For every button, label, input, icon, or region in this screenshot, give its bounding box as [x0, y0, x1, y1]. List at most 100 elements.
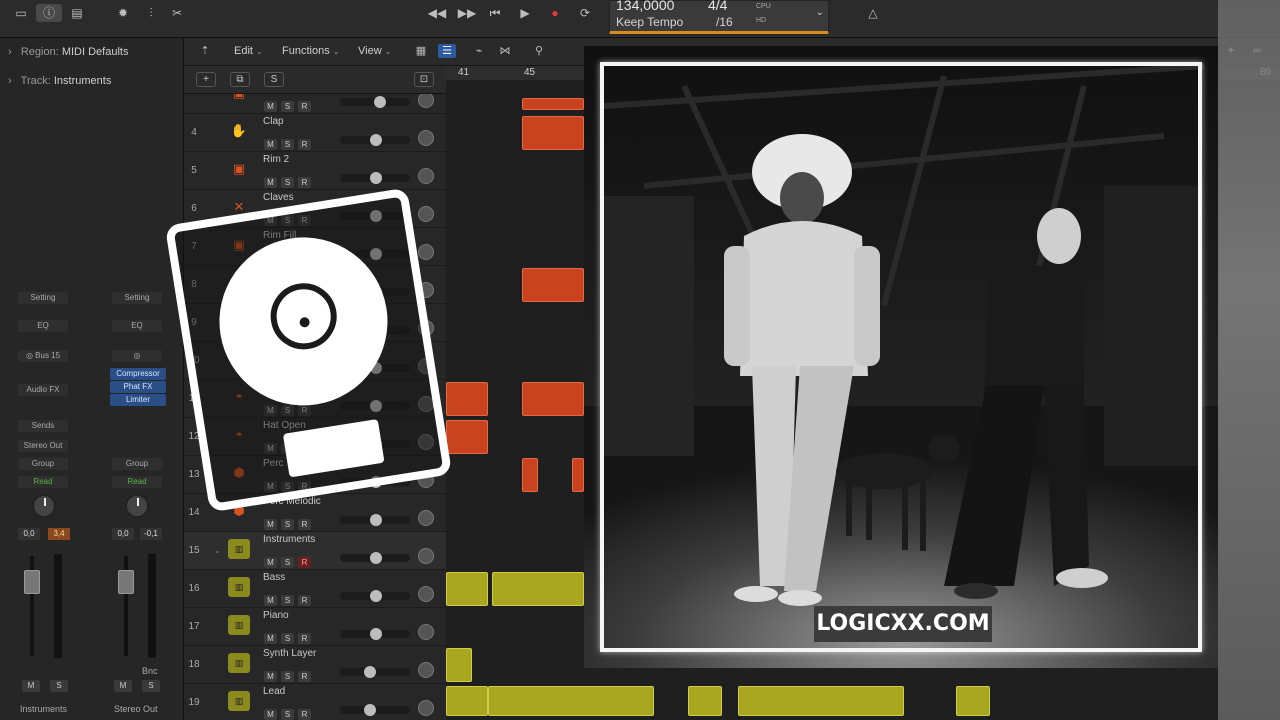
track-alternatives-icon[interactable]: ⊡	[414, 72, 434, 87]
eq-button[interactable]: EQ	[112, 320, 162, 332]
mute-button[interactable]: M	[264, 709, 277, 720]
functions-menu[interactable]: Functions ⌄	[282, 45, 339, 57]
mixer-icon[interactable]: ⫶	[138, 4, 164, 22]
record-enable-button[interactable]: R	[298, 557, 311, 568]
toolbar-icon[interactable]: ▤	[64, 4, 90, 22]
track-row[interactable]: 18 ▥ Synth Layer MSR	[184, 646, 446, 684]
plugin-phat-fx[interactable]: Phat FX	[110, 381, 166, 393]
record-enable-button[interactable]: R	[298, 177, 311, 188]
smart-controls-icon[interactable]: ✹	[110, 4, 136, 22]
midi-region[interactable]	[572, 458, 584, 492]
grid-view-icon[interactable]: ▦	[412, 44, 430, 58]
automation-icon[interactable]: ⌁	[470, 44, 488, 58]
link-slot[interactable]: ◎	[112, 350, 162, 362]
volume-slider[interactable]	[340, 590, 410, 602]
volume-slider[interactable]	[340, 514, 410, 526]
mute-button[interactable]: M	[264, 671, 277, 682]
lcd-display[interactable]: 134,0000 Keep Tempo 4/4 /16 CPU HD ⌄	[609, 0, 829, 34]
record-enable-button[interactable]: R	[298, 101, 311, 112]
midi-region[interactable]	[956, 686, 990, 716]
track-row[interactable]: 19 ▥ Lead MSR	[184, 684, 446, 720]
go-to-start-icon[interactable]: ⏮	[482, 4, 508, 22]
snap-icon[interactable]: ⚲	[530, 44, 548, 58]
mute-button[interactable]: M	[114, 680, 132, 692]
pan-knob[interactable]	[418, 244, 434, 260]
midi-region[interactable]	[688, 686, 722, 716]
track-inspector[interactable]: › Track: Instruments	[8, 75, 111, 87]
duplicate-track-icon[interactable]: ⧉	[230, 72, 250, 87]
midi-region[interactable]	[522, 268, 584, 302]
midi-region[interactable]	[488, 686, 654, 716]
volume-slider[interactable]	[340, 628, 410, 640]
record-icon[interactable]: ●	[542, 4, 568, 22]
library-icon[interactable]: ▭	[8, 4, 34, 22]
track-name[interactable]: Piano	[263, 610, 289, 621]
fader-cap[interactable]	[24, 570, 40, 594]
midi-region[interactable]	[522, 98, 584, 110]
solo-button[interactable]: S	[50, 680, 68, 692]
record-enable-button[interactable]: R	[298, 633, 311, 644]
track-row[interactable]: 16 ▥ Bass MSR	[184, 570, 446, 608]
solo-button[interactable]: S	[281, 177, 294, 188]
track-name[interactable]: Synth Layer	[263, 648, 316, 659]
add-track-button[interactable]: +	[196, 72, 216, 87]
input-slot[interactable]: ◎ Bus 15	[18, 350, 68, 362]
track-row[interactable]: ▣ MSR	[184, 94, 446, 114]
midi-region[interactable]	[446, 686, 488, 716]
output-slot[interactable]: Stereo Out	[18, 440, 68, 452]
track-name[interactable]: Claves	[263, 192, 294, 203]
solo-button[interactable]: S	[281, 101, 294, 112]
cycle-icon[interactable]: ⟳	[572, 4, 598, 22]
edit-menu[interactable]: Edit ⌄	[234, 45, 263, 57]
midi-region[interactable]	[492, 572, 584, 606]
pan-knob[interactable]	[418, 624, 434, 640]
solo-button[interactable]: S	[281, 709, 294, 720]
setting-button[interactable]: Setting	[112, 292, 162, 304]
midi-region[interactable]	[446, 420, 488, 454]
solo-button[interactable]: S	[142, 680, 160, 692]
sends-slot[interactable]: Sends	[18, 420, 68, 432]
global-solo-button[interactable]: S	[264, 72, 284, 87]
automation-mode[interactable]: Read	[18, 476, 68, 488]
pan-knob[interactable]	[418, 168, 434, 184]
pan-knob[interactable]	[418, 130, 434, 146]
region-inspector[interactable]: › Region: MIDI Defaults	[8, 46, 128, 58]
view-menu[interactable]: View ⌄	[358, 45, 391, 57]
solo-button[interactable]: S	[281, 139, 294, 150]
pan-knob[interactable]	[418, 700, 434, 716]
fader-cap[interactable]	[118, 570, 134, 594]
mute-button[interactable]: M	[264, 101, 277, 112]
track-row[interactable]: 5 ▣ Rim 2 MSR	[184, 152, 446, 190]
time-signature[interactable]: 4/4	[708, 0, 727, 13]
volume-slider[interactable]	[340, 172, 410, 184]
fast-forward-icon[interactable]: ▶▶	[454, 4, 480, 22]
midi-region[interactable]	[522, 458, 538, 492]
inspector-icon[interactable]: ⓘ	[36, 4, 62, 22]
mute-button[interactable]: M	[22, 680, 40, 692]
midi-region[interactable]	[446, 648, 472, 682]
midi-region[interactable]	[446, 572, 488, 606]
pan-knob[interactable]	[418, 662, 434, 678]
eq-button[interactable]: EQ	[18, 320, 68, 332]
editors-icon[interactable]: ✂	[164, 4, 190, 22]
group-slot[interactable]: Group	[18, 458, 68, 470]
volume-slider[interactable]	[340, 134, 410, 146]
record-enable-button[interactable]: R	[298, 709, 311, 720]
mute-button[interactable]: M	[264, 633, 277, 644]
midi-region[interactable]	[446, 382, 488, 416]
play-icon[interactable]: ▶	[512, 4, 538, 22]
midi-region[interactable]	[522, 116, 584, 150]
chevron-down-icon[interactable]: ⌄	[214, 546, 221, 555]
midi-region[interactable]	[738, 686, 904, 716]
volume-slider[interactable]	[340, 666, 410, 678]
mute-button[interactable]: M	[264, 557, 277, 568]
mute-button[interactable]: M	[264, 595, 277, 606]
tuner-icon[interactable]: △	[860, 4, 886, 22]
rewind-icon[interactable]: ◀◀	[424, 4, 450, 22]
plugin-compressor[interactable]: Compressor	[110, 368, 166, 380]
flex-icon[interactable]: ⋈	[496, 44, 514, 58]
mute-button[interactable]: M	[264, 139, 277, 150]
solo-button[interactable]: S	[281, 519, 294, 530]
record-enable-button[interactable]: R	[298, 595, 311, 606]
bounce-button[interactable]: Bnc	[142, 666, 158, 676]
